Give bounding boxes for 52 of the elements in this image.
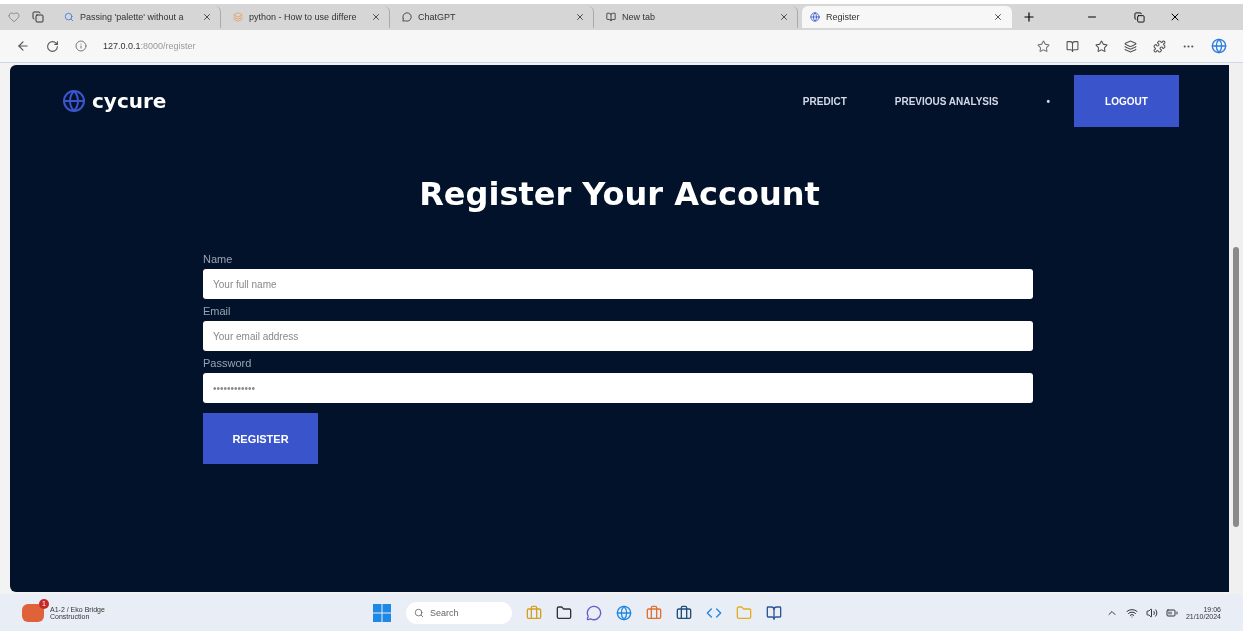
reload-icon[interactable] (46, 39, 59, 53)
site-logo[interactable]: cycure (92, 89, 779, 113)
close-icon[interactable] (371, 12, 381, 22)
close-icon[interactable] (993, 12, 1003, 22)
page-icon (606, 12, 616, 22)
input-field[interactable]: •••••••••••• (203, 373, 1033, 403)
stack-icon (233, 12, 243, 22)
document-icon[interactable] (766, 604, 782, 621)
volume-icon[interactable] (1145, 606, 1158, 619)
search-icon (64, 12, 74, 22)
reader-icon[interactable] (1066, 39, 1079, 53)
browser-tab[interactable]: Register (802, 6, 1012, 28)
browser-tab[interactable]: python - How to use differe (225, 6, 390, 28)
logout-button[interactable]: LOGOUT (1074, 75, 1179, 127)
tab-actions-icon[interactable] (32, 11, 44, 23)
extensions-icon[interactable] (1153, 39, 1166, 53)
app-icon[interactable] (556, 604, 572, 621)
restore-icon[interactable] (1134, 11, 1145, 23)
favorites-icon[interactable] (1095, 39, 1108, 53)
close-icon[interactable] (779, 12, 789, 22)
search-label: Search (430, 607, 459, 618)
globe-icon (810, 12, 820, 22)
chat-icon[interactable] (586, 604, 602, 621)
browser-tab[interactable]: New tab (598, 6, 798, 28)
close-icon[interactable] (202, 12, 212, 22)
browser-icon[interactable] (616, 604, 632, 621)
nav-link[interactable]: PREVIOUS ANALYSIS (894, 95, 999, 107)
search-icon (414, 607, 424, 618)
field-label: Email (203, 305, 232, 317)
wifi-icon[interactable] (1125, 606, 1138, 619)
collections-icon[interactable] (1124, 39, 1137, 53)
field-label: Password (203, 357, 253, 369)
browser-tab[interactable]: ChatGPT (394, 6, 594, 28)
input-field[interactable]: Your full name (203, 269, 1033, 299)
logo-icon (62, 89, 86, 113)
info-icon[interactable] (75, 40, 87, 52)
taskbar-search[interactable]: Search (406, 601, 512, 624)
nav-link[interactable]: • (1046, 95, 1050, 107)
chat-icon (402, 12, 412, 22)
browser-tab[interactable]: Passing 'palette' without a (56, 6, 221, 28)
page-title: Register Your Account (418, 175, 821, 213)
close-icon[interactable] (1169, 11, 1181, 23)
field-label: Name (203, 253, 234, 265)
register-button[interactable]: REGISTER (203, 413, 318, 464)
favorite-icon[interactable] (1037, 39, 1050, 53)
nav-link[interactable]: PREDICT (802, 95, 847, 107)
input-field[interactable]: Your email address (203, 321, 1033, 351)
close-icon[interactable] (575, 12, 585, 22)
back-icon[interactable] (16, 39, 30, 53)
new-tab-icon[interactable] (1022, 10, 1036, 24)
battery-icon[interactable] (1165, 606, 1178, 619)
start-icon[interactable] (372, 602, 392, 623)
